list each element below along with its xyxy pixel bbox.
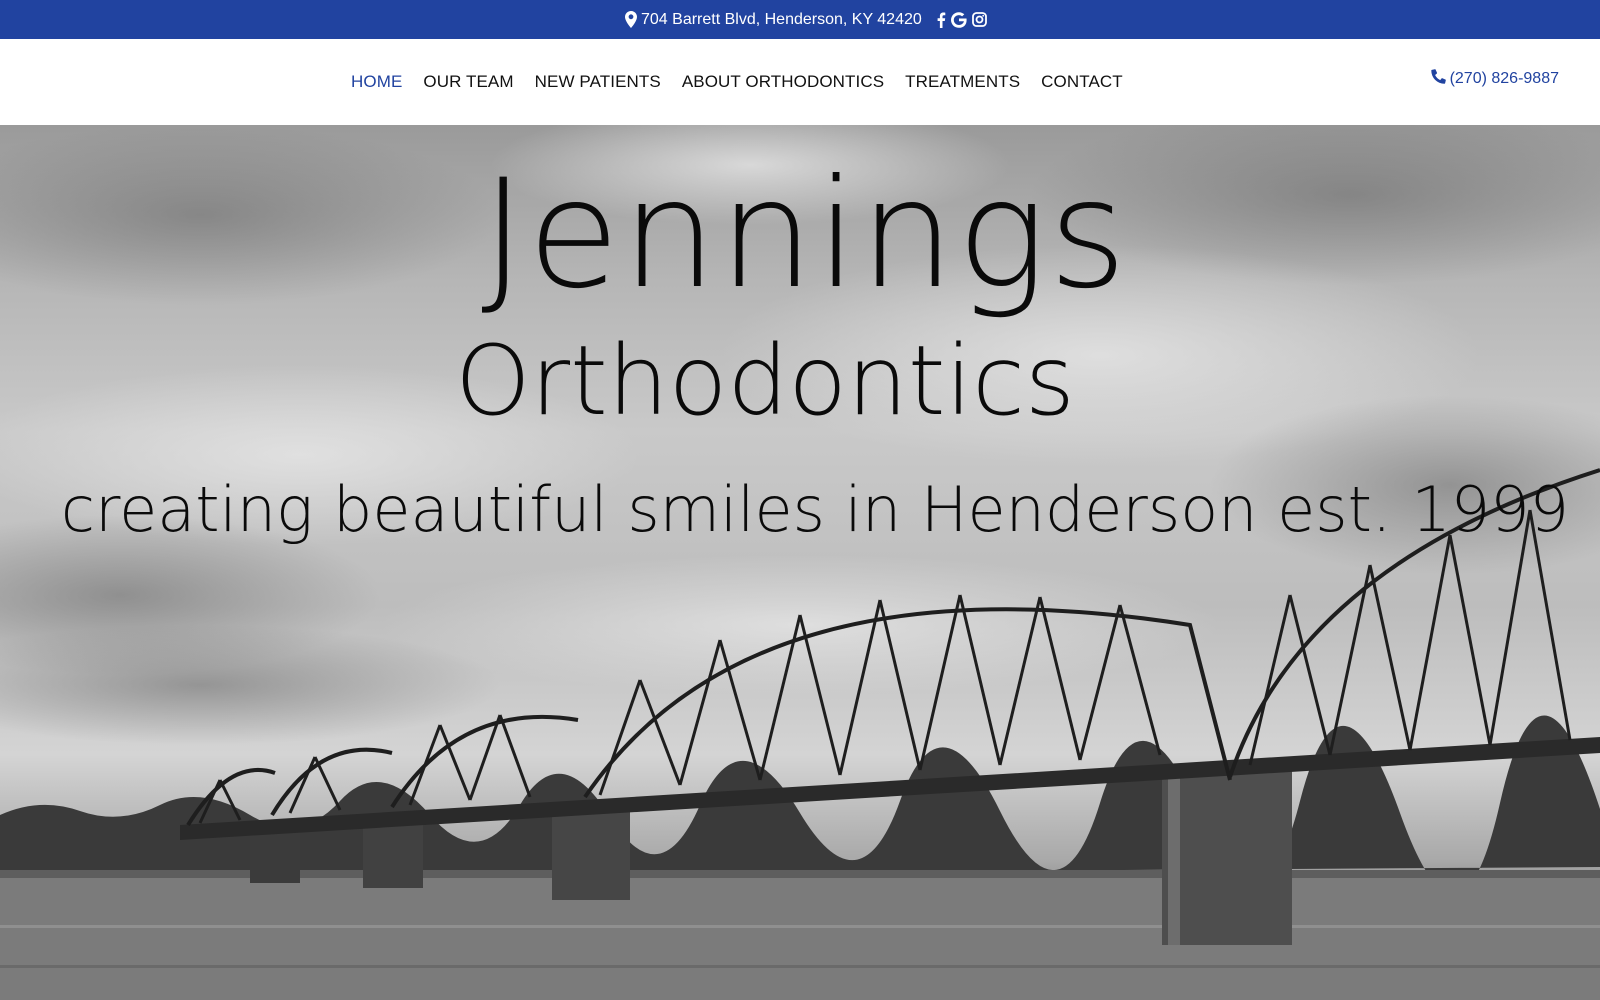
- map-marker-icon: [625, 11, 637, 28]
- main-navbar: HOME OUR TEAM NEW PATIENTS ABOUT ORTHODO…: [0, 39, 1600, 125]
- phone-link[interactable]: (270) 826-9887: [1430, 39, 1559, 119]
- address-text: 704 Barrett Blvd, Henderson, KY 42420: [641, 10, 922, 28]
- main-nav: HOME OUR TEAM NEW PATIENTS ABOUT ORTHODO…: [351, 39, 1144, 125]
- phone-icon: [1430, 69, 1446, 89]
- nav-treatments[interactable]: TREATMENTS: [905, 72, 1020, 92]
- social-links: [936, 0, 987, 39]
- nav-new-patients[interactable]: NEW PATIENTS: [535, 72, 661, 92]
- nav-home[interactable]: HOME: [351, 72, 402, 92]
- hero-banner: Jennings Orthodontics creating beautiful…: [0, 125, 1600, 1000]
- top-info-bar: 704 Barrett Blvd, Henderson, KY 42420: [0, 0, 1600, 39]
- address[interactable]: 704 Barrett Blvd, Henderson, KY 42420: [625, 0, 922, 39]
- facebook-icon[interactable]: [936, 12, 946, 28]
- hero-subtitle: Orthodontics: [455, 325, 1075, 437]
- google-icon[interactable]: [951, 11, 967, 28]
- nav-our-team[interactable]: OUR TEAM: [423, 72, 513, 92]
- nav-contact[interactable]: CONTACT: [1041, 72, 1123, 92]
- hero-title: Jennings: [481, 148, 1129, 322]
- phone-number: (270) 826-9887: [1449, 70, 1559, 87]
- hero-tagline: creating beautiful smiles in Henderson e…: [60, 473, 1570, 546]
- nav-about-orthodontics[interactable]: ABOUT ORTHODONTICS: [682, 72, 884, 92]
- instagram-icon[interactable]: [972, 12, 987, 27]
